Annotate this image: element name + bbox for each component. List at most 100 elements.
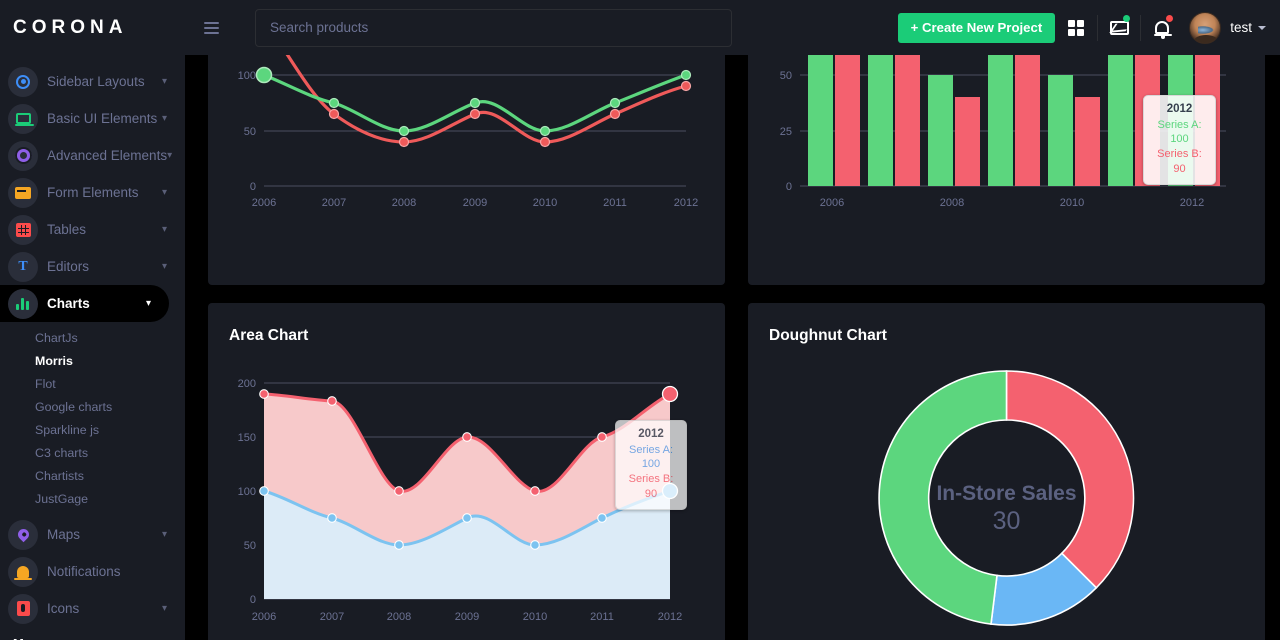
chevron-up-icon: ▾ — [145, 297, 151, 309]
sidebar-subitem-c3-charts[interactable]: C3 charts — [0, 441, 185, 464]
chevron-down-icon: ▾ — [161, 223, 167, 235]
x-tick-2009: 2009 — [455, 611, 479, 623]
sidebar-item-label: Charts — [47, 296, 90, 311]
tooltip-series-a: Series A: 100 — [1157, 118, 1202, 146]
y-tick-25: 25 — [780, 126, 792, 138]
chevron-down-icon: ▾ — [161, 260, 167, 272]
x-tick-2011: 2011 — [590, 611, 614, 623]
tooltip-series-b: Series B: 90 — [1157, 148, 1202, 176]
chevron-down-icon: ▾ — [161, 75, 167, 87]
sidebar-item-label: Notifications — [47, 564, 121, 579]
chevron-down-icon: ▾ — [161, 528, 167, 540]
sidebar-item-advanced-elements[interactable]: Advanced Elements ▾ — [0, 137, 185, 174]
bell-glyph — [1154, 20, 1173, 39]
sidebar-subitem-label: JustGage — [35, 491, 89, 506]
avatar[interactable] — [1189, 11, 1222, 44]
tooltip-series-a: Series A: 100 — [628, 443, 674, 471]
sidebar-item-label: Maps — [47, 527, 81, 542]
laptop-icon — [8, 103, 38, 134]
y-tick-0: 0 — [250, 594, 256, 606]
sidebar-item-label: Icons — [47, 601, 80, 616]
bell-icon[interactable] — [1141, 0, 1183, 55]
sidebar[interactable]: Sidebar Layouts ▾ Basic UI Elements ▾ Ad… — [0, 55, 185, 640]
sidebar-subitem-google-charts[interactable]: Google charts — [0, 395, 185, 418]
x-tick-2006: 2006 — [252, 611, 276, 623]
envelope-icon[interactable] — [1098, 0, 1140, 55]
x-tick-2008: 2008 — [392, 197, 416, 209]
doughnut-slice-download-sales — [1005, 370, 1135, 589]
sidebar-subitem-label: Google charts — [35, 399, 113, 414]
sidebar-subitem-morris[interactable]: Morris — [0, 349, 185, 372]
bar-2008-series-b — [955, 97, 980, 186]
brand-logo[interactable]: CORONA — [0, 0, 185, 55]
x-tick-2006: 2006 — [820, 197, 844, 209]
bell-icon — [8, 556, 38, 587]
tooltip-title: 2012 — [638, 428, 664, 440]
bar-2010-series-a — [1048, 75, 1073, 186]
form-icon — [8, 177, 38, 208]
x-tick-2009: 2009 — [463, 197, 487, 209]
create-new-project-button[interactable]: + Create New Project — [897, 12, 1056, 43]
y-tick-50: 50 — [244, 540, 256, 552]
sidebar-item-basic-ui-elements[interactable]: Basic UI Elements ▾ — [0, 100, 185, 137]
chevron-down-icon[interactable] — [1258, 25, 1266, 30]
sidebar-subitem-justgage[interactable]: JustGage — [0, 487, 185, 510]
sidebar-subitem-label: C3 charts — [35, 445, 89, 460]
doughnut-chart-svg: In-Store Sales 30 — [878, 370, 1135, 626]
charts-submenu: ChartJs Morris Flot Google charts Sparkl… — [0, 322, 185, 510]
app-root: CORONA + Create New Project — [0, 0, 1280, 640]
tooltip-title: 2012 — [1166, 103, 1193, 115]
envelope-glyph — [1109, 20, 1129, 35]
text-editor-icon: T — [8, 251, 38, 282]
bar-2007-series-b — [895, 40, 920, 186]
area-chart-title: Area Chart — [229, 327, 309, 344]
chevron-down-icon: ▾ — [167, 149, 173, 161]
chevron-down-icon: ▾ — [161, 112, 167, 124]
sidebar-item-label: Sidebar Layouts — [47, 74, 145, 89]
doughnut-chart-card: Doughnut Chart In-Store Sales 30 — [748, 303, 1265, 640]
sidebar-subitem-label: ChartJs — [35, 330, 78, 345]
sidebar-item-label: Basic UI Elements — [47, 111, 158, 126]
sidebar-subitem-sparkline-js[interactable]: Sparkline js — [0, 418, 185, 441]
navbar-right: + Create New Project test — [185, 0, 1280, 55]
sidebar-subitem-flot[interactable]: Flot — [0, 372, 185, 395]
x-tick-2007: 2007 — [322, 197, 346, 209]
doughnut-center-value: 30 — [993, 507, 1021, 535]
sidebar-item-notifications[interactable]: Notifications — [0, 553, 185, 590]
y-tick-0: 0 — [250, 181, 256, 193]
y-tick-50: 50 — [780, 70, 792, 82]
sidebar-item-editors[interactable]: T Editors ▾ — [0, 248, 185, 285]
bar-2009-series-b — [1015, 40, 1040, 186]
y-tick-150: 150 — [238, 432, 256, 444]
sidebar-item-label: Tables — [47, 222, 87, 237]
hamburger-icon[interactable] — [198, 15, 224, 41]
sidebar-item-icons[interactable]: Icons ▾ — [0, 590, 185, 627]
x-tick-2008: 2008 — [387, 611, 411, 623]
sidebar-item-maps[interactable]: Maps ▾ — [0, 516, 185, 553]
area-chart-tooltip: 2012 Series A: 100 Series B: 90 — [615, 420, 687, 510]
gear-icon — [8, 140, 38, 171]
search-input[interactable] — [255, 8, 732, 47]
sidebar-item-charts[interactable]: Charts ▾ — [0, 285, 169, 322]
sidebar-subitem-label: Morris — [35, 353, 73, 368]
map-pin-icon — [8, 519, 38, 550]
brand-name: CORONA — [13, 16, 128, 38]
x-tick-2010: 2010 — [1060, 197, 1084, 209]
y-tick-200: 200 — [238, 378, 256, 390]
sidebar-item-label: Form Elements — [47, 185, 139, 200]
sidebar-item-tables[interactable]: Tables ▾ — [0, 211, 185, 248]
sidebar-item-sidebar-layouts[interactable]: Sidebar Layouts ▾ — [0, 63, 185, 100]
sidebar-subitem-label: Sparkline js — [35, 422, 100, 437]
x-tick-2012: 2012 — [674, 197, 698, 209]
sidebar-subitem-chartists[interactable]: Chartists — [0, 464, 185, 487]
user-name: test — [1230, 20, 1252, 35]
grid-icon[interactable] — [1055, 0, 1097, 55]
crosshair-icon — [8, 66, 38, 97]
tooltip-series-b: Series B: 90 — [628, 473, 674, 501]
sidebar-subitem-chartjs[interactable]: ChartJs — [0, 326, 185, 349]
x-tick-2006: 2006 — [252, 197, 276, 209]
icons-icon — [8, 593, 38, 624]
bar-chart-tooltip: 2012 Series A: 100 Series B: 90 — [1143, 95, 1216, 185]
sidebar-subitem-label: Chartists — [35, 468, 84, 483]
sidebar-item-form-elements[interactable]: Form Elements ▾ — [0, 174, 185, 211]
